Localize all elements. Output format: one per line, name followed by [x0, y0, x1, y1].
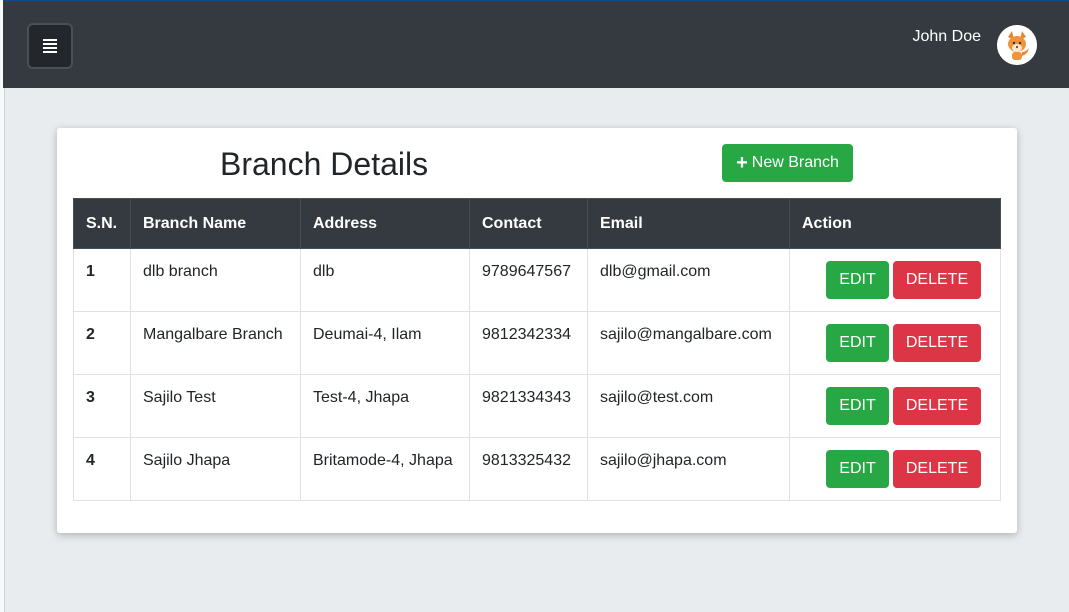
user-name[interactable]: John Doe	[913, 28, 982, 46]
top-navbar: John Doe	[3, 0, 1069, 88]
cell-contact: 9812342334	[469, 311, 588, 375]
sidebar-toggle-button[interactable]	[27, 23, 73, 69]
column-header-sn: S.N.	[73, 198, 131, 249]
branch-card: Branch Details + New Branch S.N. Branch …	[57, 128, 1017, 533]
window-edge	[0, 0, 5, 612]
edit-button[interactable]: EDIT	[826, 324, 889, 362]
cell-contact: 9789647567	[469, 248, 588, 312]
cell-email: sajilo@jhapa.com	[587, 437, 790, 501]
cell-action: EDIT DELETE	[789, 437, 1001, 501]
cell-branch-name: Sajilo Jhapa	[130, 437, 301, 501]
cell-contact: 9821334343	[469, 374, 588, 438]
column-header-contact: Contact	[469, 198, 588, 249]
column-header-address: Address	[300, 198, 470, 249]
delete-button[interactable]: DELETE	[893, 450, 981, 488]
cell-sn: 1	[73, 248, 131, 312]
cell-contact: 9813325432	[469, 437, 588, 501]
table-row: 4 Sajilo Jhapa Britamode-4, Jhapa 981332…	[73, 437, 1001, 501]
table-header-row: S.N. Branch Name Address Contact Email A…	[73, 198, 1001, 249]
new-branch-button[interactable]: + New Branch	[722, 144, 853, 182]
cell-sn: 2	[73, 311, 131, 375]
cell-sn: 4	[73, 437, 131, 501]
branch-table: S.N. Branch Name Address Contact Email A…	[73, 198, 1001, 501]
table-row: 3 Sajilo Test Test-4, Jhapa 9821334343 s…	[73, 374, 1001, 438]
edit-button[interactable]: EDIT	[826, 261, 889, 299]
delete-button[interactable]: DELETE	[893, 387, 981, 425]
cell-sn: 3	[73, 374, 131, 438]
cell-address: Test-4, Jhapa	[300, 374, 470, 438]
edit-button[interactable]: EDIT	[826, 387, 889, 425]
delete-button[interactable]: DELETE	[893, 261, 981, 299]
new-branch-label: New Branch	[751, 154, 839, 171]
user-avatar[interactable]	[997, 25, 1037, 65]
cell-action: EDIT DELETE	[789, 311, 1001, 375]
cell-branch-name: Sajilo Test	[130, 374, 301, 438]
cell-email: sajilo@test.com	[587, 374, 790, 438]
edit-button[interactable]: EDIT	[826, 450, 889, 488]
column-header-action: Action	[789, 198, 1001, 249]
cell-email: dlb@gmail.com	[587, 248, 790, 312]
column-header-branch-name: Branch Name	[130, 198, 301, 249]
table-row: 2 Mangalbare Branch Deumai-4, Ilam 98123…	[73, 311, 1001, 375]
cell-action: EDIT DELETE	[789, 374, 1001, 438]
plus-icon: +	[736, 152, 748, 174]
table-row: 1 dlb branch dlb 9789647567 dlb@gmail.co…	[73, 248, 1001, 312]
cell-address: Deumai-4, Ilam	[300, 311, 470, 375]
cell-address: Britamode-4, Jhapa	[300, 437, 470, 501]
cell-address: dlb	[300, 248, 470, 312]
fox-avatar-icon	[997, 25, 1037, 65]
column-header-email: Email	[587, 198, 790, 249]
cell-action: EDIT DELETE	[789, 248, 1001, 312]
hamburger-menu-icon	[43, 37, 57, 55]
cell-email: sajilo@mangalbare.com	[587, 311, 790, 375]
page-title: Branch Details	[220, 146, 429, 182]
delete-button[interactable]: DELETE	[893, 324, 981, 362]
cell-branch-name: Mangalbare Branch	[130, 311, 301, 375]
cell-branch-name: dlb branch	[130, 248, 301, 312]
